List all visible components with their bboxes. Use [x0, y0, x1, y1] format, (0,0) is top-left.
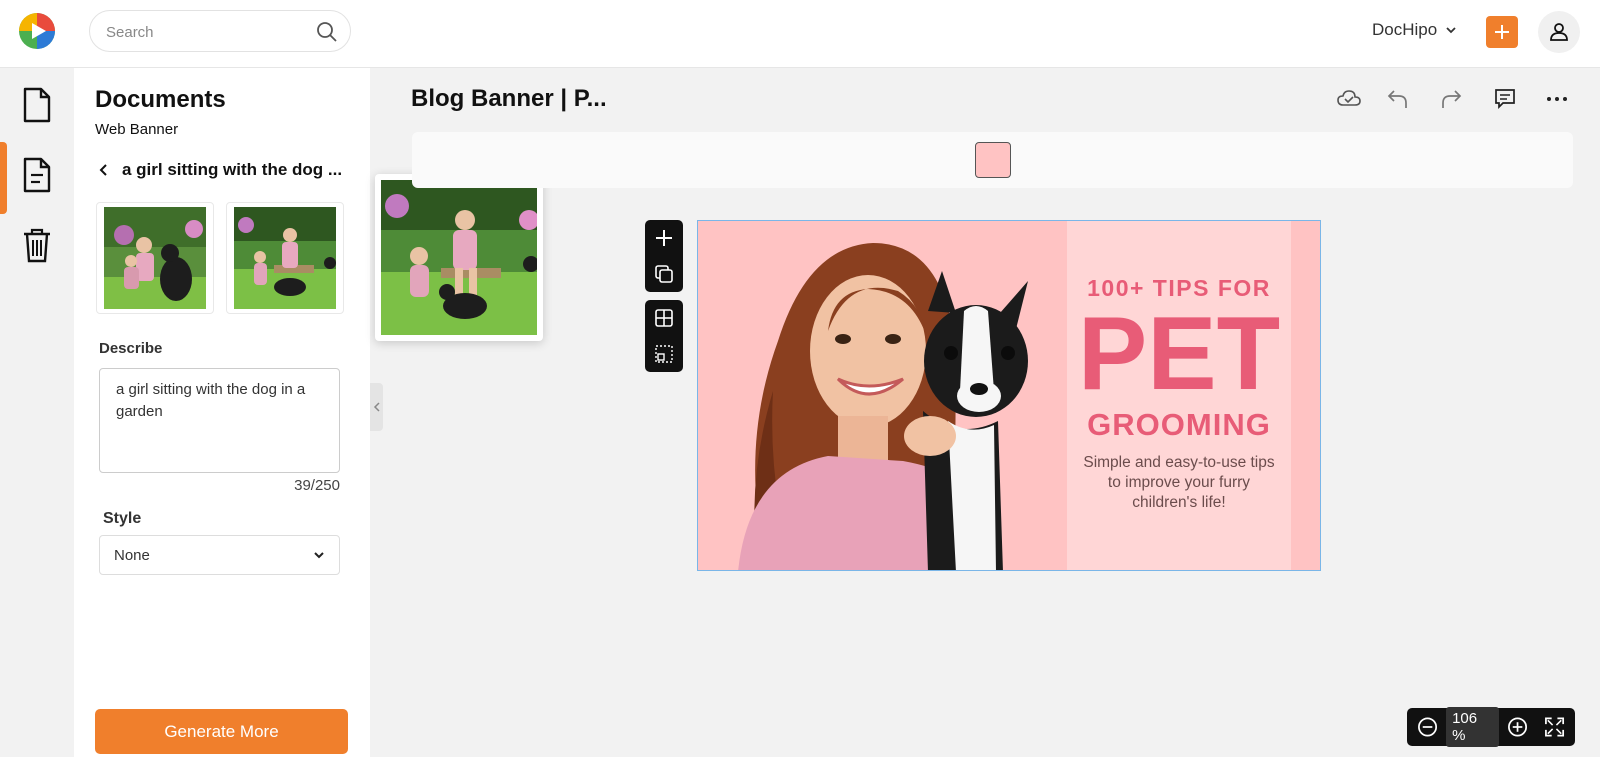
trash-icon — [24, 228, 50, 263]
back-chevron-icon — [99, 164, 107, 176]
rail-item-trash[interactable] — [0, 210, 74, 280]
generated-image-2-art — [234, 207, 336, 309]
image-hover-preview — [375, 174, 543, 341]
grid-icon[interactable] — [654, 308, 674, 328]
image-hover-preview-art — [381, 180, 537, 335]
panel-subtitle: Web Banner — [95, 121, 179, 138]
duplicate-icon[interactable] — [654, 264, 674, 284]
left-rail — [0, 68, 74, 757]
more-icon — [1547, 97, 1567, 101]
template-icon — [23, 157, 51, 193]
zoom-in-icon[interactable] — [1507, 716, 1528, 738]
generated-image-1-art — [104, 207, 206, 309]
design-canvas[interactable]: 100+ TIPS FOR PET GROOMING Simple and ea… — [697, 220, 1321, 571]
search-input[interactable] — [106, 21, 306, 43]
background-color-swatch[interactable] — [975, 142, 1011, 178]
ai-image-panel: Documents Web Banner a girl sitting with… — [74, 68, 370, 757]
add-icon[interactable] — [654, 228, 674, 248]
more-options-button[interactable] — [1544, 86, 1570, 112]
back-label: a girl sitting with the dog ... — [122, 160, 343, 179]
zoom-control: 106 % — [1407, 707, 1575, 747]
generate-more-button[interactable]: Generate More — [95, 709, 348, 754]
zoom-out-icon[interactable] — [1417, 716, 1438, 738]
rail-item-templates[interactable] — [0, 140, 74, 214]
style-select[interactable]: None — [99, 535, 340, 575]
document-icon — [23, 87, 51, 123]
element-toolbar — [412, 132, 1573, 188]
user-icon — [1550, 23, 1568, 41]
comments-button[interactable] — [1492, 86, 1518, 112]
chevron-down-icon — [1446, 27, 1456, 34]
comment-icon — [1495, 89, 1515, 110]
banner-heading-pet[interactable]: PET — [1067, 299, 1291, 409]
top-bar: DocHipo — [0, 0, 1600, 68]
collapse-panel-handle[interactable] — [370, 383, 383, 431]
style-select-value: None — [114, 546, 150, 564]
generated-image-1[interactable] — [96, 202, 214, 314]
document-title[interactable]: Blog Banner | P... — [411, 85, 607, 113]
undo-icon — [1387, 90, 1407, 108]
panel-title: Documents — [95, 86, 226, 113]
style-label: Style — [103, 510, 142, 527]
workspace-selector[interactable]: DocHipo — [1372, 20, 1457, 40]
search-icon[interactable] — [316, 21, 338, 43]
cloud-check-icon — [1337, 90, 1361, 106]
search-box[interactable] — [89, 10, 351, 52]
chevron-down-icon — [314, 552, 324, 559]
banner-subtitle[interactable]: Simple and easy-to-use tips to improve y… — [1077, 453, 1281, 513]
page-tools-group-2 — [645, 300, 683, 372]
describe-textarea[interactable]: a girl sitting with the dog in a garden — [99, 368, 340, 473]
generated-image-2[interactable] — [226, 202, 344, 314]
page-tools-group-1 — [645, 220, 683, 292]
plus-icon — [1495, 25, 1509, 39]
create-button[interactable] — [1486, 16, 1518, 48]
fullscreen-icon[interactable] — [1544, 716, 1565, 738]
char-count: 39/250 — [294, 477, 340, 494]
select-icon[interactable] — [654, 344, 674, 364]
dochipo-logo[interactable] — [18, 12, 56, 50]
user-avatar[interactable] — [1538, 11, 1580, 53]
banner-heading-grooming[interactable]: GROOMING — [1067, 407, 1291, 443]
chevron-left-icon — [373, 402, 380, 412]
describe-label: Describe — [99, 340, 163, 357]
banner-photo[interactable] — [698, 221, 1078, 571]
back-button[interactable]: a girl sitting with the dog ... — [98, 160, 366, 180]
redo-button[interactable] — [1438, 86, 1464, 112]
workspace-name: DocHipo — [1372, 20, 1438, 39]
save-status-button[interactable] — [1336, 86, 1362, 112]
rail-item-documents[interactable] — [0, 70, 74, 140]
redo-icon — [1442, 90, 1462, 108]
undo-button[interactable] — [1385, 86, 1411, 112]
zoom-value[interactable]: 106 % — [1446, 707, 1499, 747]
